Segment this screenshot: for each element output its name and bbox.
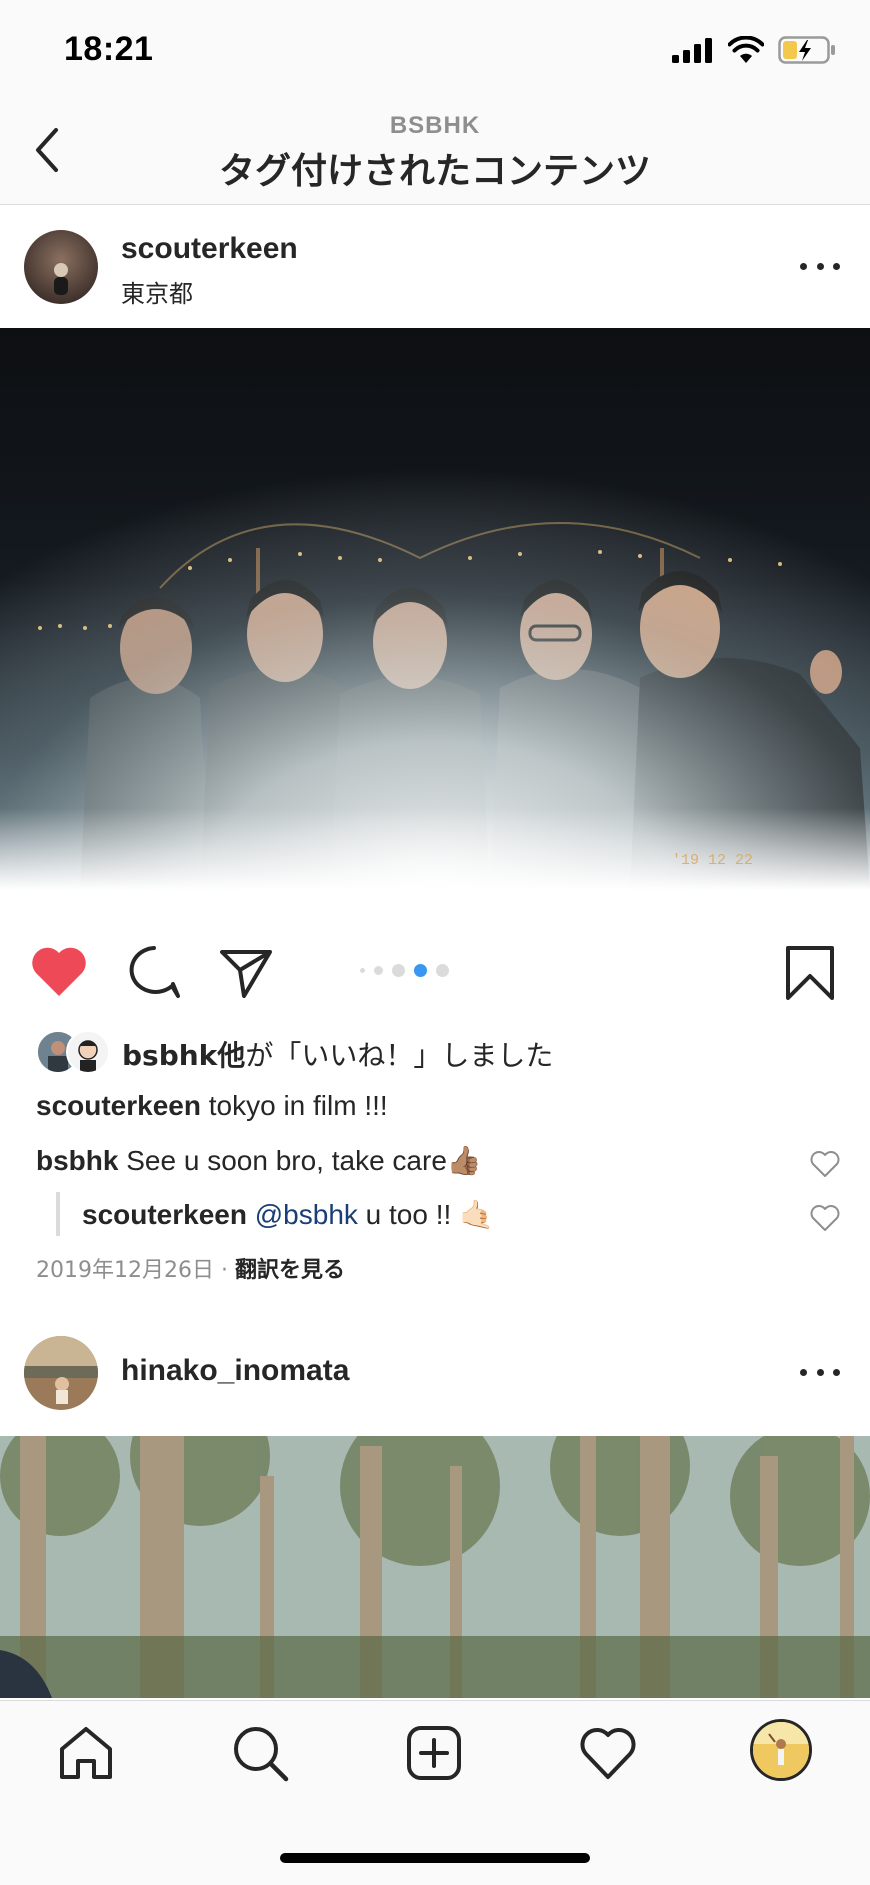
reply-like-heart-icon[interactable]	[810, 1204, 840, 1232]
bookmark-icon[interactable]	[784, 944, 836, 1002]
date-separator: ·	[213, 1258, 235, 1283]
reply-comment: scouterkeen @bsbhk u too !! 🤙🏻	[82, 1198, 494, 1231]
tab-bar	[0, 1700, 870, 1885]
new-post-icon[interactable]	[404, 1723, 464, 1783]
avatar[interactable]	[66, 1030, 110, 1074]
carousel-dot	[392, 964, 405, 977]
status-bar: 18:21	[0, 0, 870, 100]
like-heart-icon[interactable]	[30, 944, 88, 998]
caption: scouterkeen tokyo in film !!!	[36, 1090, 388, 1122]
post-username[interactable]: hinako_inomata	[121, 1354, 349, 1388]
post-photo[interactable]: '19 12 22	[0, 328, 870, 890]
wifi-icon	[728, 36, 764, 63]
status-time: 18:21	[64, 30, 154, 68]
caption-text: tokyo in film !!!	[200, 1090, 388, 1121]
carousel-dot	[374, 966, 383, 975]
liker-avatars[interactable]	[36, 1030, 112, 1074]
post-location[interactable]: 東京都	[121, 274, 193, 309]
comment-like-heart-icon[interactable]	[810, 1150, 840, 1178]
comment-icon[interactable]	[126, 944, 182, 1000]
avatar[interactable]	[24, 1336, 98, 1410]
avatar[interactable]	[24, 230, 98, 304]
likes-suffix: が「いいね！」しました	[245, 1039, 554, 1072]
likes-name[interactable]: bsbhk他	[122, 1039, 245, 1072]
comment: bsbhk See u soon bro, take care👍🏽	[36, 1144, 482, 1177]
post-date-text: 2019年12月26日	[36, 1258, 214, 1283]
comment-username[interactable]: bsbhk	[36, 1145, 118, 1176]
caption-username[interactable]: scouterkeen	[36, 1090, 201, 1121]
reply-text: u too !! 🤙🏻	[357, 1199, 494, 1230]
home-indicator[interactable]	[280, 1853, 590, 1863]
carousel-dot	[360, 968, 365, 973]
comment-text: See u soon bro, take care👍🏽	[118, 1145, 482, 1176]
likes-text[interactable]: bsbhk他が「いいね！」しました	[122, 1034, 553, 1074]
battery-icon	[778, 36, 835, 64]
share-icon[interactable]	[218, 944, 274, 1000]
home-icon[interactable]	[56, 1723, 116, 1783]
carousel-dot-active	[414, 964, 427, 977]
post-photo[interactable]	[0, 1436, 870, 1698]
profile-avatar[interactable]	[750, 1719, 812, 1781]
more-options-icon[interactable]	[800, 1362, 840, 1382]
nav-subtitle: BSBHK	[389, 112, 481, 139]
see-translation-link[interactable]: 翻訳を見る	[235, 1258, 345, 1283]
carousel-indicator	[360, 964, 449, 977]
post-date: 2019年12月26日 · 翻訳を見る	[36, 1252, 345, 1284]
nav-header: BSBHK タグ付けされたコンテンツ	[0, 100, 870, 205]
page-title: タグ付けされたコンテンツ	[218, 151, 651, 192]
search-icon[interactable]	[230, 1723, 290, 1783]
reply-thread-line	[56, 1192, 60, 1236]
more-options-icon[interactable]	[800, 256, 840, 276]
carousel-dot	[436, 964, 449, 977]
reply-mention[interactable]: @bsbhk	[255, 1199, 358, 1230]
signal-icon	[672, 38, 712, 63]
activity-heart-icon[interactable]	[578, 1723, 638, 1783]
post-username[interactable]: scouterkeen	[121, 232, 298, 266]
status-icons	[672, 36, 836, 64]
reply-username[interactable]: scouterkeen	[82, 1199, 247, 1230]
photo-date-stamp: '19 12 22	[672, 852, 753, 869]
